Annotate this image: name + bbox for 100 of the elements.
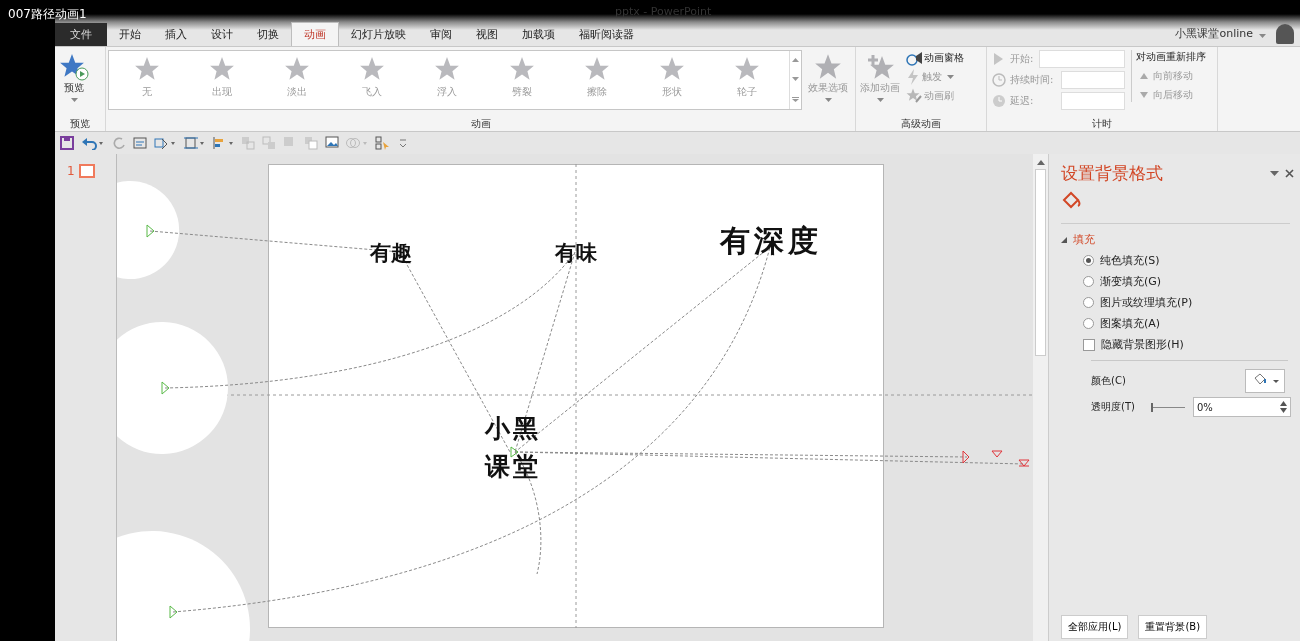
delay-field[interactable] [1061,92,1125,110]
animation-pane-button[interactable]: 动画窗格 [906,50,964,66]
duration-field[interactable] [1061,71,1125,89]
star-icon[interactable] [283,56,310,82]
align-icon[interactable] [212,136,234,150]
circles-icon[interactable] [346,136,368,150]
undo-icon[interactable] [81,136,105,150]
down-triangle-icon[interactable] [1140,92,1148,98]
ribbon-tab[interactable]: 视图 [464,23,510,46]
frame-icon[interactable] [183,136,205,150]
ribbon-tab[interactable]: 设计 [199,23,245,46]
dropdown-icon[interactable] [1270,171,1279,176]
radio-option[interactable]: 纯色填充(S) [1083,253,1300,268]
caret-icon[interactable] [70,98,78,102]
bring-forward-icon[interactable] [241,136,255,150]
end-marker-icon[interactable] [962,450,970,464]
checkbox[interactable] [1083,338,1095,351]
picture-icon[interactable] [325,136,339,150]
star-icon[interactable] [508,56,535,82]
field-label: 延迟: [1010,94,1035,108]
star-icon[interactable] [658,56,685,82]
expanded-triangle-icon[interactable] [1061,236,1067,243]
clock-icon[interactable] [991,93,1007,109]
star-plus-icon[interactable] [865,53,895,81]
caret-icon[interactable] [947,75,954,79]
star-brush-icon[interactable] [906,88,922,104]
up-triangle-icon[interactable] [1140,73,1148,79]
ribbon-tab[interactable]: 切换 [245,23,291,46]
star-icon[interactable] [208,56,235,82]
user-name[interactable]: 小黑课堂online [1175,22,1253,46]
slide-number: 1 [67,164,75,178]
caret-icon[interactable] [824,98,832,102]
close-icon[interactable] [1285,169,1294,178]
slide-text[interactable]: 有味 [555,242,597,263]
ribbon-tab[interactable]: 开始 [107,23,153,46]
ribbon-tab[interactable]: 文件 [55,23,107,46]
avatar-icon[interactable] [1276,24,1294,44]
caret-icon[interactable] [876,98,884,102]
pane-button[interactable]: 全部应用(L) [1061,615,1129,639]
radio-button[interactable] [1083,318,1094,329]
group-label: 动画 [469,117,492,131]
ribbon-tab[interactable]: 幻灯片放映 [339,23,418,46]
field-label: 透明度(T) [1091,400,1136,414]
transparency-field[interactable]: 0% [1193,397,1291,417]
ribbon-tab[interactable]: 加载项 [510,23,567,46]
star-icon[interactable] [583,56,610,82]
start-marker-icon[interactable] [169,605,178,619]
preview-button[interactable]: 预览 [55,50,93,105]
color-picker-button[interactable] [1245,369,1285,393]
scroll-up-icon[interactable] [792,58,799,64]
checkbox-option[interactable]: 隐藏背景图形(H) [1083,337,1300,352]
group-label: 高级动画 [900,117,942,131]
radio-option[interactable]: 图案填充(A) [1083,316,1300,331]
clock-speaker-icon[interactable] [906,50,922,66]
slide-text[interactable]: 有趣 [370,242,412,263]
radio-button[interactable] [1083,255,1094,266]
ribbon-tab[interactable]: 插入 [153,23,199,46]
start-marker-icon[interactable] [146,224,155,238]
field-label: 开始: [1010,52,1035,66]
star-play-icon[interactable] [59,53,89,81]
star-icon[interactable] [814,53,842,81]
ribbon-tab[interactable]: 福昕阅读器 [567,23,646,46]
end-marker-icon[interactable] [1018,459,1030,467]
clock-icon[interactable] [991,72,1007,88]
save-icon[interactable] [60,136,74,150]
reorder-label: 对动画重新排序 [1136,50,1206,64]
more-icon[interactable] [792,96,799,102]
end-marker-icon[interactable] [991,450,1003,458]
star-icon[interactable] [733,56,760,82]
radio-button[interactable] [1083,276,1094,287]
send-back-icon[interactable] [304,136,318,150]
radio-button[interactable] [1083,297,1094,308]
slide-text[interactable]: 课堂 [485,454,541,479]
slide-thumbnail[interactable] [78,164,95,178]
star-icon[interactable] [358,56,385,82]
ribbon-tab[interactable]: 动画 [291,22,339,46]
fill-section-header[interactable]: 填充 [1061,223,1290,247]
text-box-icon[interactable] [133,136,147,150]
radio-option[interactable]: 渐变填充(G) [1083,274,1300,289]
scrollbar-thumb[interactable] [1035,169,1046,356]
group-label: 计时 [1091,117,1113,131]
scroll-down-icon[interactable] [792,77,799,83]
motion-path[interactable] [514,451,542,575]
group-label: 预览 [69,117,91,131]
start-dropdown[interactable] [1039,50,1125,68]
paint-bucket-icon[interactable] [1061,189,1083,211]
slide-text[interactable]: 小黑 [485,416,541,441]
radio-option[interactable]: 图片或纹理填充(P) [1083,295,1300,310]
redo-icon[interactable] [112,136,126,150]
pane-button[interactable]: 重置背景(B) [1138,615,1208,639]
star-icon[interactable] [433,56,460,82]
pane-title: 设置背景格式 [1061,162,1164,185]
caret-icon[interactable] [1259,34,1266,38]
slide-text[interactable]: 有深度 [720,226,822,256]
star-icon[interactable] [133,56,160,82]
ribbon-tab[interactable]: 审阅 [418,23,464,46]
shapes-icon[interactable] [154,136,176,150]
spinner-arrows-icon[interactable] [1280,401,1287,413]
selection-icon[interactable] [375,136,389,150]
start-marker-icon[interactable] [161,381,170,395]
